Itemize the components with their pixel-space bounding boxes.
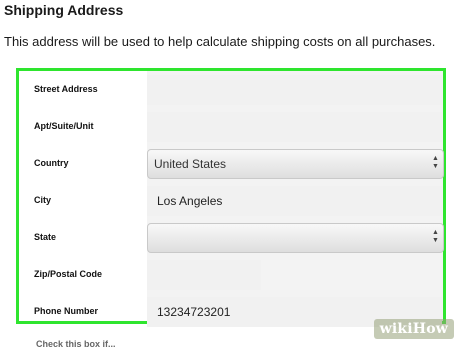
- state-label: State: [34, 232, 57, 242]
- country-select-value: United States: [154, 157, 227, 171]
- city-label: City: [34, 195, 52, 205]
- shipping-address-form: Street Address Apt/Suite/Unit Country Un…: [16, 68, 446, 327]
- apt-input[interactable]: [147, 112, 442, 142]
- zip-row: Zip/Postal Code: [19, 256, 443, 293]
- zip-label: Zip/Postal Code: [34, 269, 103, 279]
- city-row: City Los Angeles: [19, 182, 443, 219]
- zip-input[interactable]: [147, 260, 261, 290]
- wikihow-watermark: wikiHow: [373, 319, 454, 339]
- country-row: Country United States ▲ ▼: [19, 145, 444, 182]
- state-select[interactable]: ▲ ▼: [147, 223, 444, 253]
- street-address-label: Street Address: [34, 84, 98, 94]
- phone-label: Phone Number: [34, 306, 99, 316]
- page-description: This address will be used to help calcul…: [4, 34, 436, 49]
- state-row: State ▲ ▼: [19, 219, 444, 256]
- apt-row: Apt/Suite/Unit: [19, 108, 443, 145]
- page-title: Shipping Address: [4, 2, 124, 18]
- apt-label: Apt/Suite/Unit: [34, 121, 94, 131]
- street-address-row: Street Address: [19, 71, 443, 108]
- checkbox-label-partial: Check this box if...: [36, 339, 116, 349]
- city-input[interactable]: Los Angeles: [147, 186, 442, 216]
- country-label: Country: [34, 158, 69, 168]
- watermark-wiki: wiki: [379, 321, 413, 337]
- country-select[interactable]: United States ▲ ▼: [147, 149, 444, 179]
- watermark-how: How: [412, 321, 448, 337]
- up-down-arrows-icon: ▲ ▼: [432, 229, 439, 244]
- up-down-arrows-icon: ▲ ▼: [432, 155, 439, 170]
- street-address-input[interactable]: [147, 75, 442, 105]
